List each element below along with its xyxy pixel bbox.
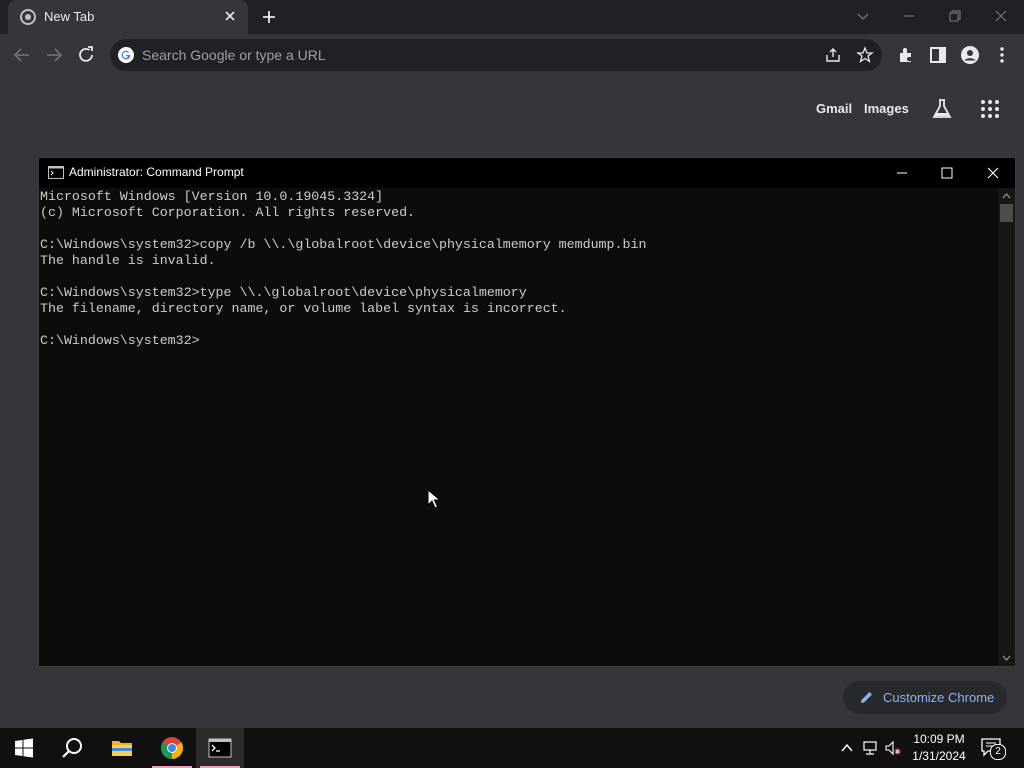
omnibox-placeholder: Search Google or type a URL (142, 47, 326, 63)
cmd-taskbar-button[interactable] (196, 728, 244, 768)
volume-muted-icon[interactable] (885, 740, 901, 756)
reload-icon[interactable] (75, 44, 97, 66)
restore-icon[interactable] (945, 6, 965, 26)
customize-chrome-label: Customize Chrome (883, 690, 995, 705)
close-window-icon[interactable] (991, 6, 1011, 26)
extensions-icon[interactable] (896, 45, 916, 65)
labs-flask-icon[interactable] (930, 97, 954, 121)
command-prompt-window[interactable]: Administrator: Command Prompt Microsoft … (38, 157, 1016, 667)
apps-grid-icon[interactable] (979, 98, 1001, 120)
console-line: (c) Microsoft Corporation. All rights re… (40, 205, 416, 220)
close-tab-icon[interactable] (222, 8, 238, 24)
notification-count-badge: 2 (990, 744, 1006, 760)
profile-icon[interactable] (960, 45, 980, 65)
browser-toolbar: Search Google or type a URL (0, 34, 1024, 76)
folder-icon (112, 741, 132, 756)
console-output[interactable]: Microsoft Windows [Version 10.0.19045.33… (39, 188, 997, 666)
show-hidden-icons-icon[interactable] (839, 740, 855, 756)
windows-taskbar: 10:09 PM 1/31/2024 2 (0, 728, 1024, 768)
console-prompt-line: C:\Windows\system32> (40, 333, 200, 348)
scroll-up-icon[interactable] (1001, 191, 1012, 201)
menu-kebab-icon[interactable] (992, 45, 1012, 65)
cmd-title: Administrator: Command Prompt (69, 165, 244, 179)
clock-time: 10:09 PM (913, 732, 965, 746)
images-link[interactable]: Images (864, 101, 909, 116)
network-icon[interactable] (862, 740, 878, 756)
start-button[interactable] (0, 728, 48, 768)
action-center-button[interactable]: 2 (980, 737, 1006, 760)
console-line: C:\Windows\system32>type \\.\globalroot\… (40, 285, 527, 300)
chrome-icon (20, 9, 36, 25)
cmd-title-bar[interactable]: Administrator: Command Prompt (39, 158, 1015, 188)
cmd-app-icon (48, 166, 64, 179)
customize-chrome-button[interactable]: Customize Chrome (843, 681, 1007, 714)
gmail-link[interactable]: Gmail (816, 101, 852, 116)
google-icon (118, 47, 134, 63)
tab-strip: New Tab (0, 0, 1024, 34)
back-icon[interactable] (11, 44, 33, 66)
console-line: C:\Windows\system32>copy /b \\.\globalro… (40, 237, 647, 252)
console-line: The handle is invalid. (40, 253, 216, 268)
console-line: The filename, directory name, or volume … (40, 301, 567, 316)
bookmark-star-icon[interactable] (856, 46, 874, 64)
new-tab-icon[interactable] (260, 8, 278, 26)
tab-new-tab[interactable]: New Tab (8, 0, 248, 34)
search-button[interactable] (48, 728, 96, 768)
omnibox[interactable]: Search Google or type a URL (110, 39, 882, 71)
cmd-app-icon (208, 738, 232, 758)
forward-icon[interactable] (43, 44, 65, 66)
minimize-icon[interactable] (899, 6, 919, 26)
side-panel-icon[interactable] (928, 45, 948, 65)
scrollbar-thumb[interactable] (1000, 204, 1013, 222)
pencil-icon (861, 692, 872, 703)
cmd-close-icon[interactable] (983, 163, 1003, 183)
search-icon (62, 738, 82, 758)
cmd-minimize-icon[interactable] (892, 163, 912, 183)
share-icon[interactable] (824, 46, 842, 64)
clock-date: 1/31/2024 (912, 749, 966, 763)
chrome-taskbar-button[interactable] (148, 728, 196, 768)
console-line: Microsoft Windows [Version 10.0.19045.33… (40, 189, 384, 204)
scroll-down-icon[interactable] (1001, 653, 1012, 663)
mouse-cursor-icon (427, 489, 441, 509)
cmd-scrollbar[interactable] (998, 188, 1015, 666)
cmd-maximize-icon[interactable] (937, 163, 957, 183)
system-clock[interactable]: 10:09 PM 1/31/2024 (906, 731, 972, 765)
windows-logo-icon (15, 738, 33, 758)
file-explorer-button[interactable] (98, 728, 146, 768)
tab-title: New Tab (44, 9, 95, 24)
chrome-icon (161, 737, 183, 759)
tab-search-icon[interactable] (853, 6, 873, 26)
